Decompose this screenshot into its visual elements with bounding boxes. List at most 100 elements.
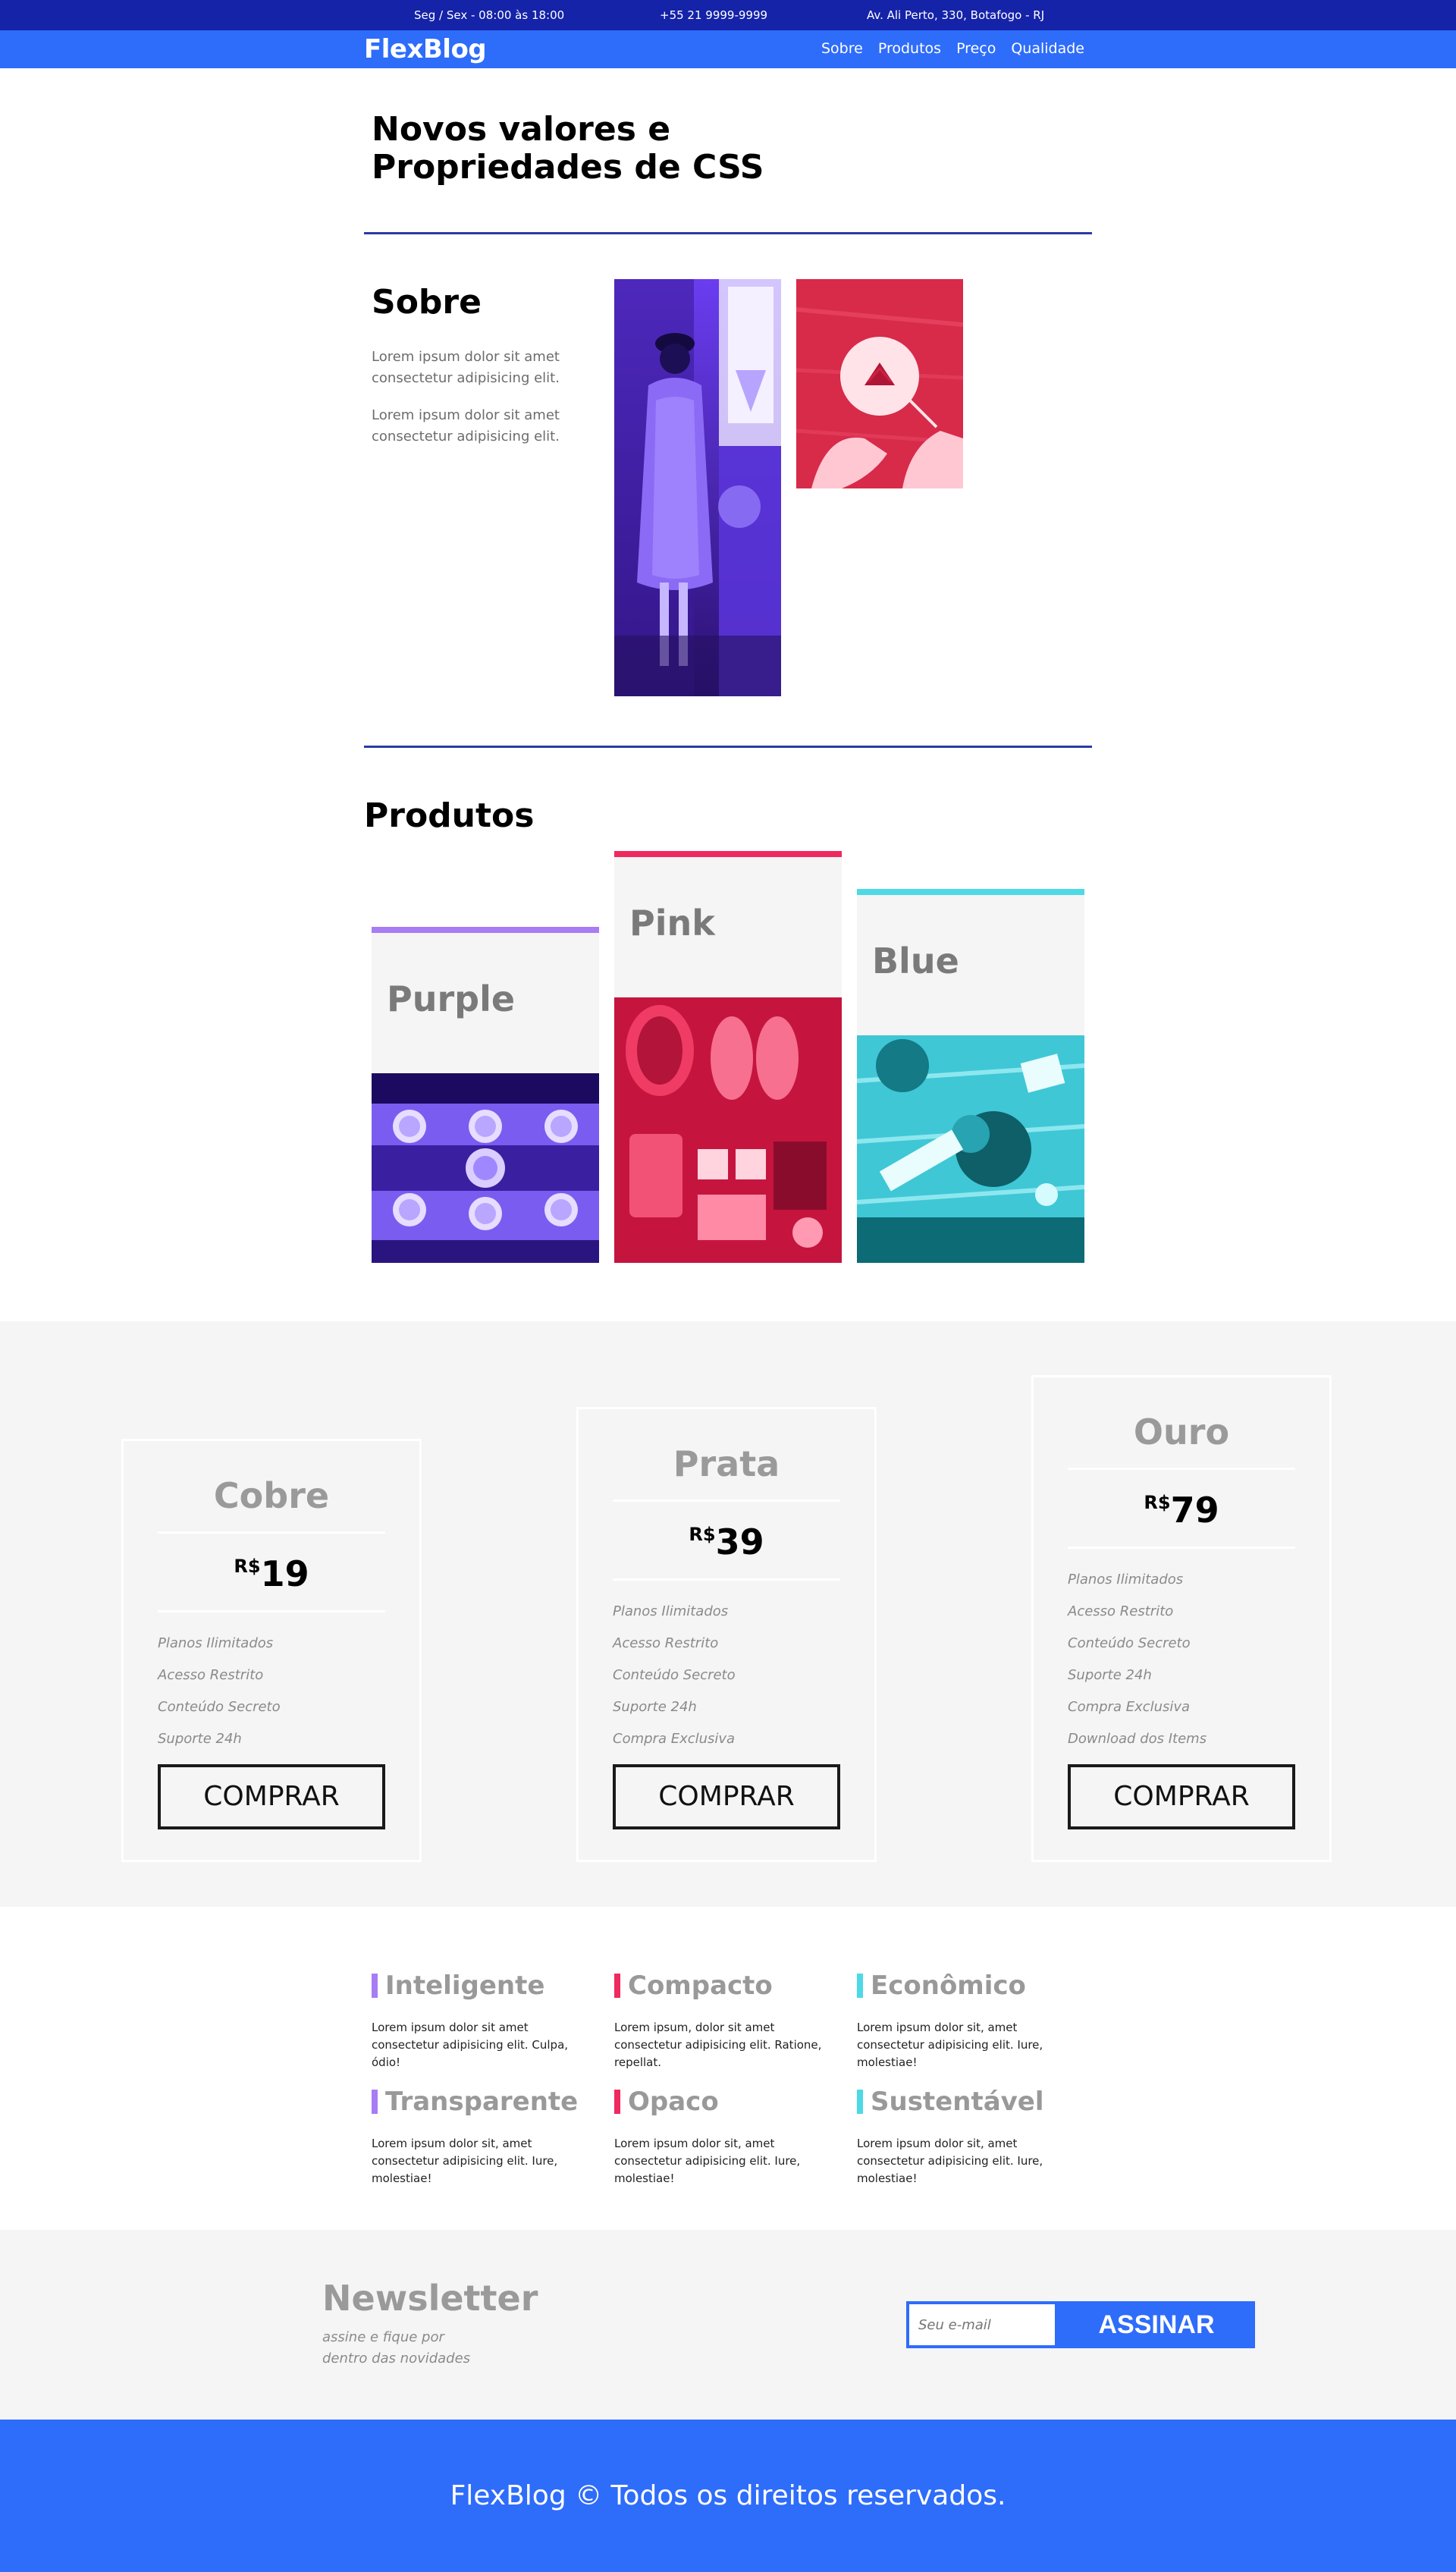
plan-feature: Conteúdo Secreto xyxy=(613,1667,736,1683)
feature-accent xyxy=(614,1974,620,1998)
feature-text: Lorem ipsum dolor sit, amet consectetur … xyxy=(857,2137,1043,2185)
plan-feature: Planos Ilimitados xyxy=(158,1635,274,1651)
nav-link-preco[interactable]: Preço xyxy=(956,40,996,57)
product-card-purple[interactable]: Purple xyxy=(372,927,599,1263)
top-info-bar: Seg / Sex - 08:00 às 18:00 +55 21 9999-9… xyxy=(0,0,1456,30)
plan-card-cobre: Cobre R$19 Planos Ilimitados Acesso Rest… xyxy=(121,1439,422,1862)
plan-feature: Compra Exclusiva xyxy=(1068,1699,1191,1715)
feature-title: Compacto xyxy=(628,1971,773,2001)
product-name: Pink xyxy=(629,903,715,944)
plan-feature: Conteúdo Secreto xyxy=(1068,1635,1191,1651)
subscribe-button[interactable]: ASSINAR xyxy=(1058,2301,1255,2348)
feature-opaco: Opaco Lorem ipsum dolor sit, amet consec… xyxy=(614,2087,842,2187)
plan-feature: Compra Exclusiva xyxy=(613,1731,736,1747)
product-image-pink xyxy=(614,997,842,1263)
feature-accent xyxy=(614,2090,620,2114)
feature-accent xyxy=(372,2090,378,2114)
plan-price: R$19 xyxy=(124,1545,419,1595)
buy-button-prata[interactable]: COMPRAR xyxy=(613,1764,840,1829)
feature-text: Lorem ipsum dolor sit, amet consectetur … xyxy=(857,2021,1043,2069)
divider xyxy=(613,1500,840,1502)
feature-inteligente: Inteligente Lorem ipsum dolor sit amet c… xyxy=(372,1971,599,2071)
plan-feature: Download dos Items xyxy=(1068,1731,1207,1747)
plan-feature: Conteúdo Secreto xyxy=(158,1699,281,1715)
product-card-pink[interactable]: Pink xyxy=(614,851,842,1263)
feature-text: Lorem ipsum dolor sit, amet consectetur … xyxy=(614,2137,801,2185)
nav-link-qualidade[interactable]: Qualidade xyxy=(1011,40,1084,57)
currency-symbol: R$ xyxy=(1144,1492,1171,1513)
divider xyxy=(1068,1468,1295,1470)
site-logo[interactable]: FlexBlog xyxy=(364,34,487,64)
product-accent-bar xyxy=(372,927,599,933)
product-card-blue[interactable]: Blue xyxy=(857,889,1084,1263)
header: FlexBlog Sobre Produtos Preço Qualidade xyxy=(0,30,1456,68)
currency-symbol: R$ xyxy=(234,1556,261,1577)
product-name: Purple xyxy=(387,978,516,1019)
buy-button-cobre[interactable]: COMPRAR xyxy=(158,1764,385,1829)
feature-transparente: Transparente Lorem ipsum dolor sit, amet… xyxy=(372,2087,599,2187)
feature-title: Opaco xyxy=(628,2087,719,2117)
plan-feature: Acesso Restrito xyxy=(1068,1603,1174,1619)
plan-feature: Acesso Restrito xyxy=(613,1635,719,1651)
address: Av. Ali Perto, 330, Botafogo - RJ xyxy=(867,8,1045,22)
product-image-blue xyxy=(857,1035,1084,1263)
feature-text: Lorem ipsum dolor sit amet consectetur a… xyxy=(372,2021,569,2069)
product-name: Blue xyxy=(872,941,959,981)
plan-feature-list: Planos Ilimitados Acesso Restrito Conteú… xyxy=(158,1628,385,1755)
feature-title: Sustentável xyxy=(871,2087,1044,2117)
price-value: 39 xyxy=(715,1522,764,1562)
newsletter-title: Newsletter xyxy=(322,2278,538,2319)
footer: FlexBlog © Todos os direitos reservados. xyxy=(0,2420,1456,2572)
feature-sustentavel: Sustentável Lorem ipsum dolor sit, amet … xyxy=(857,2087,1084,2187)
about-paragraph: Lorem ipsum dolor sit amet consectetur a… xyxy=(372,407,560,444)
plan-feature: Planos Ilimitados xyxy=(613,1603,729,1619)
footer-copyright: FlexBlog © Todos os direitos reservados. xyxy=(450,2480,1006,2511)
divider xyxy=(158,1610,385,1613)
plan-price: R$79 xyxy=(1034,1481,1329,1531)
newsletter-subtitle: assine e fique por dentro das novidades xyxy=(322,2329,471,2366)
plan-card-prata: Prata R$39 Planos Ilimitados Acesso Rest… xyxy=(576,1407,877,1862)
plan-feature: Suporte 24h xyxy=(1068,1667,1152,1683)
about-paragraph: Lorem ipsum dolor sit amet consectetur a… xyxy=(372,349,560,386)
plan-price: R$39 xyxy=(579,1513,874,1563)
plan-card-ouro: Ouro R$79 Planos Ilimitados Acesso Restr… xyxy=(1031,1375,1332,1862)
feature-accent xyxy=(372,1974,378,1998)
feature-compacto: Compacto Lorem ipsum, dolor sit amet con… xyxy=(614,1971,842,2071)
nav-link-produtos[interactable]: Produtos xyxy=(878,40,941,57)
plan-feature-list: Planos Ilimitados Acesso Restrito Conteú… xyxy=(1068,1564,1295,1755)
plan-feature: Acesso Restrito xyxy=(158,1667,264,1683)
plan-feature: Planos Ilimitados xyxy=(1068,1572,1184,1587)
plan-feature-list: Planos Ilimitados Acesso Restrito Conteú… xyxy=(613,1596,840,1755)
plan-name: Cobre xyxy=(213,1475,330,1516)
plan-feature: Suporte 24h xyxy=(613,1699,697,1715)
nav-link-sobre[interactable]: Sobre xyxy=(821,40,863,57)
divider xyxy=(158,1531,385,1534)
divider xyxy=(613,1578,840,1581)
divider xyxy=(364,746,1092,748)
phone-number: +55 21 9999-9999 xyxy=(660,8,768,22)
main-nav: Sobre Produtos Preço Qualidade xyxy=(821,40,1084,57)
plan-name: Prata xyxy=(673,1443,780,1484)
feature-text: Lorem ipsum dolor sit, amet consectetur … xyxy=(372,2137,558,2185)
product-accent-bar xyxy=(614,851,842,857)
page-title: Novos valores e Propriedades de CSS xyxy=(372,110,764,187)
feature-economico: Econômico Lorem ipsum dolor sit, amet co… xyxy=(857,1971,1084,2071)
price-value: 19 xyxy=(260,1553,309,1594)
business-hours: Seg / Sex - 08:00 às 18:00 xyxy=(414,8,565,22)
products-title: Produtos xyxy=(364,796,535,835)
feature-accent xyxy=(857,1974,863,1998)
about-title: Sobre xyxy=(372,283,482,322)
about-photo-hands xyxy=(796,279,963,488)
email-field[interactable] xyxy=(906,2301,1058,2348)
buy-button-ouro[interactable]: COMPRAR xyxy=(1068,1764,1295,1829)
price-value: 79 xyxy=(1170,1490,1219,1531)
feature-text: Lorem ipsum, dolor sit amet consectetur … xyxy=(614,2021,822,2069)
plan-name: Ouro xyxy=(1133,1412,1230,1452)
product-accent-bar xyxy=(857,889,1084,895)
feature-title: Inteligente xyxy=(385,1971,545,2001)
product-image-purple xyxy=(372,1073,599,1263)
about-photo-woman xyxy=(614,279,781,696)
divider xyxy=(1068,1547,1295,1549)
plan-feature: Suporte 24h xyxy=(158,1731,242,1747)
feature-title: Econômico xyxy=(871,1971,1026,2001)
